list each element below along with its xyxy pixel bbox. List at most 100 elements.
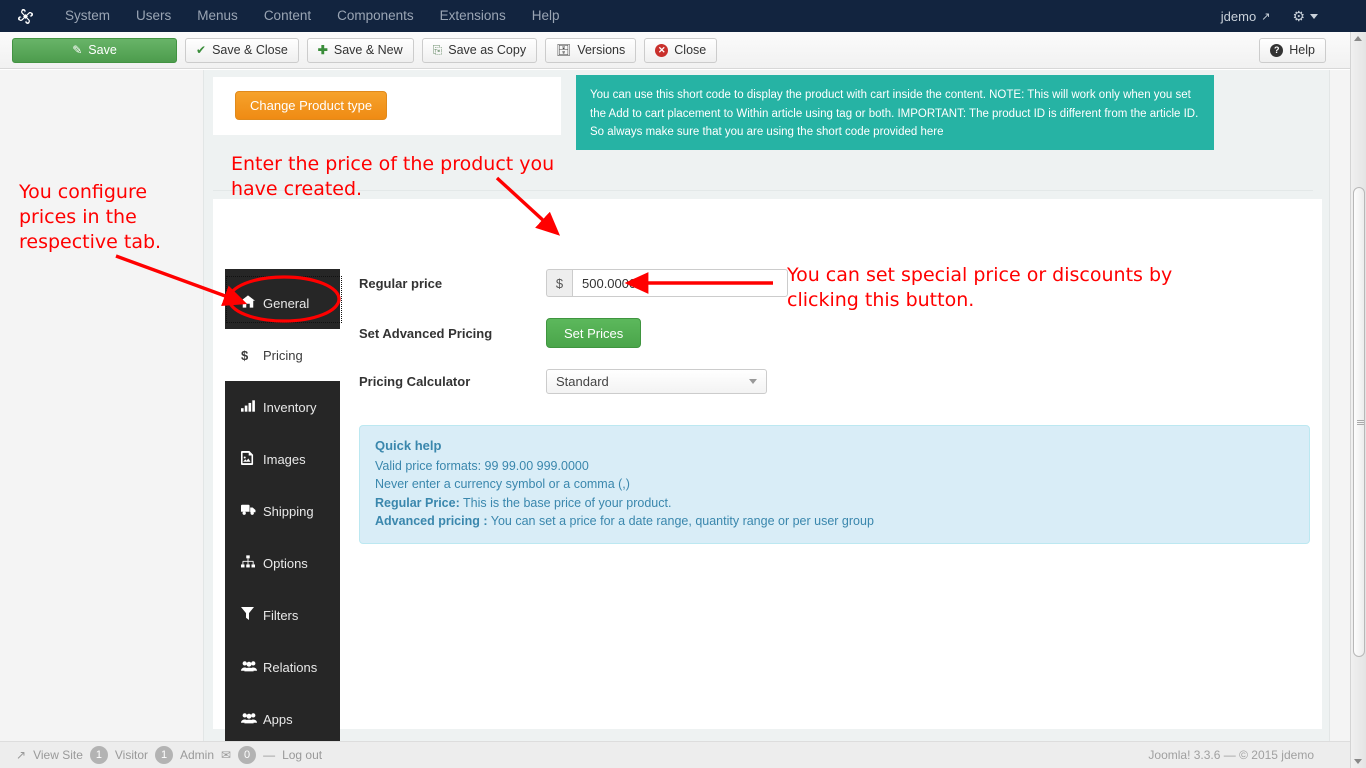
users-icon bbox=[241, 712, 263, 727]
tab-shipping[interactable]: Shipping bbox=[225, 485, 340, 537]
admin-label: Admin bbox=[180, 748, 214, 762]
tab-shipping-label: Shipping bbox=[263, 504, 314, 519]
save-and-close-label: Save & Close bbox=[212, 43, 288, 57]
sitemap-icon bbox=[241, 555, 263, 571]
archive-icon: 🗄 bbox=[556, 44, 571, 56]
footer-copyright: Joomla! 3.3.6 — © 2015 jdemo bbox=[1148, 748, 1350, 762]
tab-images-label: Images bbox=[263, 452, 306, 467]
plus-icon: ✚ bbox=[318, 44, 328, 56]
chevron-down-icon bbox=[1310, 14, 1318, 19]
tab-filters[interactable]: Filters bbox=[225, 589, 340, 641]
admin-count-badge: 1 bbox=[155, 746, 173, 764]
menu-item-components[interactable]: Components bbox=[324, 0, 427, 32]
view-site-icon: ↗ bbox=[16, 748, 26, 762]
pricing-calculator-label: Pricing Calculator bbox=[359, 374, 546, 389]
save-and-new-button[interactable]: ✚ Save & New bbox=[307, 38, 414, 63]
scrollbar-thumb[interactable] bbox=[1353, 187, 1365, 657]
editor-toolbar: ✎ Save ✔ Save & Close ✚ Save & New ⎘ Sav… bbox=[0, 32, 1366, 69]
save-as-copy-button[interactable]: ⎘ Save as Copy bbox=[422, 38, 537, 63]
save-button[interactable]: ✎ Save bbox=[12, 38, 177, 63]
settings-menu[interactable]: ⚙ bbox=[1292, 8, 1318, 25]
save-and-new-label: Save & New bbox=[334, 43, 403, 57]
change-product-type-button[interactable]: Change Product type bbox=[235, 91, 387, 120]
tab-options[interactable]: Options bbox=[225, 537, 340, 589]
help-label: Help bbox=[1289, 43, 1315, 57]
scroll-up-arrow-icon[interactable] bbox=[1354, 36, 1362, 41]
footer-separator: — bbox=[263, 748, 275, 762]
filter-icon bbox=[241, 607, 263, 623]
annotation-right: You can set special price or discounts b… bbox=[787, 263, 1207, 313]
tab-inventory[interactable]: Inventory bbox=[225, 381, 340, 433]
username-label: jdemo bbox=[1221, 9, 1256, 24]
quick-help-line-2: Never enter a currency symbol or a comma… bbox=[375, 475, 1294, 494]
product-tabs-sidebar: General $ Pricing Inventory Images bbox=[225, 269, 340, 759]
copy-icon: ⎘ bbox=[433, 44, 443, 56]
visitor-count-badge: 1 bbox=[90, 746, 108, 764]
tab-pricing[interactable]: $ Pricing bbox=[225, 329, 340, 381]
set-prices-button[interactable]: Set Prices bbox=[546, 318, 641, 348]
admin-top-menu-bar: System Users Menus Content Components Ex… bbox=[0, 0, 1366, 32]
check-icon: ✔ bbox=[196, 44, 206, 56]
truck-icon bbox=[241, 504, 263, 519]
tab-apps[interactable]: Apps bbox=[225, 693, 340, 745]
advanced-pricing-row: Set Advanced Pricing Set Prices bbox=[359, 318, 1309, 348]
regular-price-label: Regular price bbox=[359, 276, 546, 291]
user-menu[interactable]: jdemo ↗ bbox=[1221, 9, 1271, 24]
view-site-link[interactable]: View Site bbox=[33, 748, 83, 762]
pricing-calculator-select[interactable]: Standard bbox=[546, 369, 767, 394]
annotation-dotted-box bbox=[226, 276, 342, 323]
close-circle-icon: ✕ bbox=[655, 44, 668, 57]
help-button[interactable]: ? Help bbox=[1259, 38, 1326, 63]
scroll-down-arrow-icon[interactable] bbox=[1354, 759, 1362, 764]
versions-label: Versions bbox=[577, 43, 625, 57]
mail-icon[interactable]: ✉ bbox=[221, 748, 231, 762]
browser-scrollbar[interactable] bbox=[1350, 32, 1366, 768]
tab-relations[interactable]: Relations bbox=[225, 641, 340, 693]
admin-user-area: jdemo ↗ ⚙ bbox=[1221, 8, 1352, 25]
scrollbar-grip-icon bbox=[1357, 420, 1364, 425]
visitor-label: Visitor bbox=[115, 748, 148, 762]
tab-apps-label: Apps bbox=[263, 712, 293, 727]
menu-item-help[interactable]: Help bbox=[519, 0, 573, 32]
mail-count-badge: 0 bbox=[238, 746, 256, 764]
save-button-label: Save bbox=[88, 43, 117, 57]
tab-images[interactable]: Images bbox=[225, 433, 340, 485]
quick-help-line-4-label: Advanced pricing : bbox=[375, 514, 488, 528]
quick-help-line-3-label: Regular Price: bbox=[375, 496, 460, 510]
image-icon bbox=[241, 451, 263, 468]
menu-item-content[interactable]: Content bbox=[251, 0, 324, 32]
dollar-icon: $ bbox=[241, 348, 263, 363]
logout-link[interactable]: Log out bbox=[282, 748, 322, 762]
gear-icon: ⚙ bbox=[1292, 8, 1305, 25]
footer-status: ↗ View Site 1 Visitor 1 Admin ✉ 0 — Log … bbox=[16, 746, 322, 764]
quick-help-line-4-text: You can set a price for a date range, qu… bbox=[488, 514, 874, 528]
quick-help-title: Quick help bbox=[375, 437, 1294, 456]
quick-help-line-3-text: This is the base price of your product. bbox=[460, 496, 672, 510]
annotation-left: You configure prices in the respective t… bbox=[19, 180, 209, 255]
versions-button[interactable]: 🗄 Versions bbox=[545, 38, 636, 63]
bar-chart-icon bbox=[241, 400, 263, 415]
close-button[interactable]: ✕ Close bbox=[644, 38, 717, 63]
external-link-icon: ↗ bbox=[1261, 10, 1270, 23]
close-label: Close bbox=[674, 43, 706, 57]
annotation-top: Enter the price of the product you have … bbox=[231, 152, 571, 202]
menu-item-menus[interactable]: Menus bbox=[184, 0, 251, 32]
menu-item-users[interactable]: Users bbox=[123, 0, 184, 32]
currency-symbol-addon: $ bbox=[546, 269, 572, 297]
users-icon bbox=[241, 660, 263, 675]
help-circle-icon: ? bbox=[1270, 44, 1283, 57]
menu-item-extensions[interactable]: Extensions bbox=[427, 0, 519, 32]
quick-help-line-4: Advanced pricing : You can set a price f… bbox=[375, 512, 1294, 531]
regular-price-input-group: $ bbox=[546, 269, 788, 297]
advanced-pricing-label: Set Advanced Pricing bbox=[359, 326, 546, 341]
edit-pencil-icon: ✎ bbox=[72, 44, 82, 56]
tab-pricing-label: Pricing bbox=[263, 348, 303, 363]
regular-price-input[interactable] bbox=[572, 269, 788, 297]
chevron-down-icon bbox=[749, 379, 757, 384]
tab-options-label: Options bbox=[263, 556, 308, 571]
quick-help-line-3: Regular Price: This is the base price of… bbox=[375, 494, 1294, 513]
save-and-close-button[interactable]: ✔ Save & Close bbox=[185, 38, 299, 63]
menu-item-system[interactable]: System bbox=[52, 0, 123, 32]
admin-footer: ↗ View Site 1 Visitor 1 Admin ✉ 0 — Log … bbox=[0, 741, 1366, 768]
joomla-logo-icon[interactable] bbox=[14, 5, 36, 27]
